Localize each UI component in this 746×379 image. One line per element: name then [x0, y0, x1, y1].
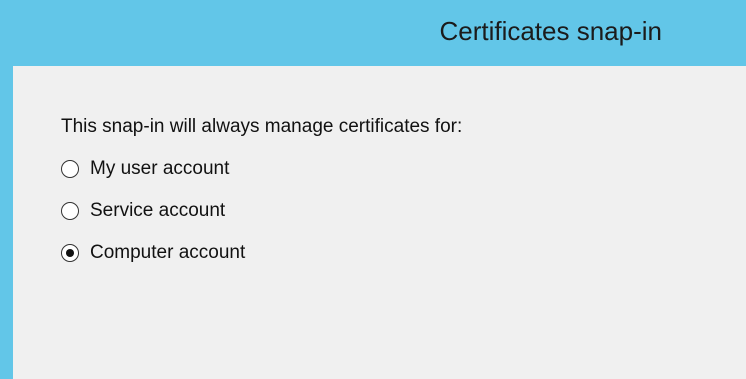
radio-option-service-account[interactable]: Service account	[61, 200, 225, 222]
title-bar: Certificates snap-in	[0, 0, 746, 66]
radio-button-checked[interactable]	[61, 244, 79, 262]
radio-label-service-account[interactable]: Service account	[90, 200, 225, 222]
radio-option-computer-account[interactable]: Computer account	[61, 242, 245, 264]
radio-option-my-user-account[interactable]: My user account	[61, 158, 229, 180]
radio-button-unchecked[interactable]	[61, 160, 79, 178]
radio-label-my-user-account[interactable]: My user account	[90, 158, 229, 180]
dialog-title: Certificates snap-in	[439, 16, 662, 46]
instruction-label: This snap-in will always manage certific…	[61, 116, 463, 137]
radio-label-computer-account[interactable]: Computer account	[90, 242, 245, 264]
dialog-body: This snap-in will always manage certific…	[13, 66, 746, 379]
radio-button-unchecked[interactable]	[61, 202, 79, 220]
snap-in-dialog: Certificates snap-in This snap-in will a…	[0, 0, 746, 379]
